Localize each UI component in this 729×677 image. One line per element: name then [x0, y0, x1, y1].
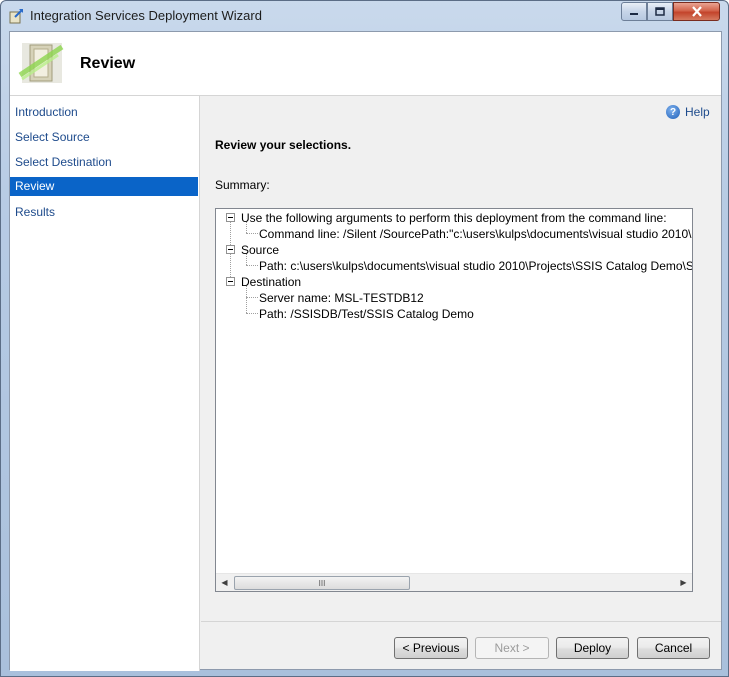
minimize-button[interactable]: [621, 2, 647, 21]
collapse-icon[interactable]: [226, 277, 235, 286]
maximize-icon: [655, 7, 665, 16]
scroll-left-arrow-icon[interactable]: ◀: [216, 574, 233, 591]
nav-item-results[interactable]: Results: [10, 203, 198, 222]
tree-node-command-line[interactable]: Command line: /Silent /SourcePath:"c:\us…: [259, 226, 692, 242]
nav-item-introduction[interactable]: Introduction: [10, 103, 198, 122]
scroll-right-arrow-icon[interactable]: ▶: [675, 574, 692, 591]
footer-divider: [201, 621, 721, 622]
tree-node-source[interactable]: Source: [241, 242, 279, 258]
collapse-icon[interactable]: [226, 245, 235, 254]
tree-node-destination[interactable]: Destination: [241, 274, 301, 290]
tree-connector: [246, 297, 258, 298]
tree-node-server-name[interactable]: Server name: MSL-TESTDB12: [259, 290, 424, 306]
close-icon: [691, 6, 702, 17]
tree-node-command-line-args[interactable]: Use the following arguments to perform t…: [241, 210, 667, 226]
wizard-client-area: Review Introduction Select Source Select…: [9, 31, 722, 671]
help-label: Help: [685, 105, 710, 119]
next-button[interactable]: Next >: [475, 637, 549, 659]
nav-item-select-source[interactable]: Select Source: [10, 128, 198, 147]
summary-tree-view[interactable]: Use the following arguments to perform t…: [215, 208, 693, 592]
close-button[interactable]: [673, 2, 720, 21]
tree-connector: [246, 265, 258, 266]
tree-node-source-path[interactable]: Path: c:\users\kulps\documents\visual st…: [259, 258, 692, 274]
deploy-package-icon: [18, 43, 64, 83]
window-title: Integration Services Deployment Wizard: [30, 8, 262, 23]
wizard-header: Review: [10, 32, 721, 96]
nav-item-review[interactable]: Review: [10, 177, 198, 196]
collapse-icon[interactable]: [226, 213, 235, 222]
wizard-window: Integration Services Deployment Wizard R…: [0, 0, 729, 677]
tree-connector: [246, 313, 258, 314]
review-panel: ? Help Review your selections. Summary:: [201, 96, 721, 621]
help-link[interactable]: ? Help: [666, 105, 710, 119]
deployment-wizard-icon: [9, 9, 23, 24]
previous-button[interactable]: < Previous: [394, 637, 468, 659]
scroll-thumb[interactable]: III: [234, 576, 410, 590]
cancel-button[interactable]: Cancel: [637, 637, 710, 659]
tree-connector: [246, 233, 258, 234]
horizontal-scrollbar[interactable]: ◀ III ▶: [216, 573, 692, 591]
summary-label: Summary:: [215, 178, 270, 192]
deploy-button[interactable]: Deploy: [556, 637, 629, 659]
page-title: Review: [80, 55, 136, 72]
summary-tree: Use the following arguments to perform t…: [216, 209, 692, 573]
section-title: Review your selections.: [215, 138, 352, 152]
tree-node-destination-path[interactable]: Path: /SSISDB/Test/SSIS Catalog Demo: [259, 306, 474, 322]
help-icon: ?: [666, 105, 680, 119]
title-bar[interactable]: Integration Services Deployment Wizard: [1, 1, 728, 31]
minimize-icon: [630, 12, 638, 15]
nav-item-select-destination[interactable]: Select Destination: [10, 153, 198, 172]
maximize-button[interactable]: [647, 2, 673, 21]
wizard-navigation: Introduction Select Source Select Destin…: [10, 96, 200, 671]
